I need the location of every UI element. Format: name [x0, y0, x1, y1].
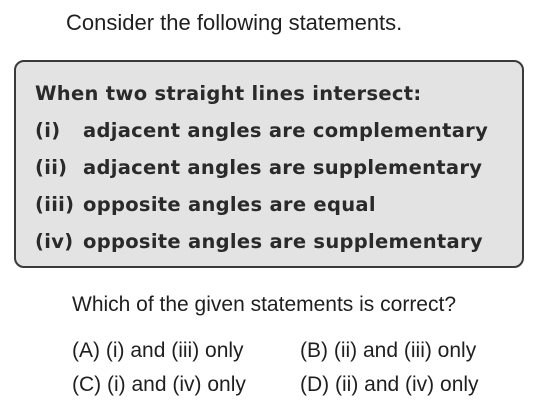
- intro-text: Consider the following statements.: [66, 10, 403, 35]
- statement-numeral: (ii): [35, 156, 68, 179]
- statement-text: adjacent angles are complementary: [83, 119, 489, 142]
- statement-box: When two straight lines intersect: (i) ad…: [14, 60, 524, 268]
- option-text: (i) and (iv) only: [107, 373, 246, 396]
- statement-numeral: (iii): [35, 193, 75, 216]
- statement-text: adjacent angles are supplementary: [83, 156, 483, 179]
- statement-text: opposite angles are equal: [83, 193, 376, 216]
- option-d[interactable]: (D) (ii) and (iv) only: [300, 368, 479, 402]
- option-label: (A): [72, 339, 100, 362]
- question-text: Which of the given statements is correct…: [72, 293, 456, 316]
- statement-text: opposite angles are supplementary: [83, 230, 483, 253]
- option-text: (ii) and (iii) only: [333, 339, 477, 362]
- statement-item-iv: (iv) opposite angles are supplementary: [35, 223, 522, 260]
- option-label: (D): [300, 373, 330, 396]
- option-label: (C): [72, 373, 102, 396]
- statement-item-ii: (ii) adjacent angles are supplementary: [35, 149, 522, 186]
- answer-options: (A) (i) and (iii) only (B) (ii) and (iii)…: [72, 334, 479, 402]
- option-b[interactable]: (B) (ii) and (iii) only: [300, 334, 476, 368]
- option-text: (ii) and (iv) only: [335, 373, 479, 396]
- options-row-1: (A) (i) and (iii) only (B) (ii) and (iii)…: [72, 334, 479, 368]
- option-text: (i) and (iii) only: [105, 339, 244, 362]
- statement-numeral: (iv): [35, 230, 74, 253]
- options-row-2: (C) (i) and (iv) only (D) (ii) and (iv) o…: [72, 368, 479, 402]
- statement-item-i: (i) adjacent angles are complementary: [35, 112, 522, 149]
- statement-item-iii: (iii) opposite angles are equal: [35, 186, 522, 223]
- statement-numeral: (i): [35, 119, 61, 142]
- option-c[interactable]: (C) (i) and (iv) only: [72, 368, 300, 402]
- statement-heading: When two straight lines intersect:: [35, 82, 422, 105]
- option-a[interactable]: (A) (i) and (iii) only: [72, 334, 300, 368]
- option-label: (B): [300, 339, 328, 362]
